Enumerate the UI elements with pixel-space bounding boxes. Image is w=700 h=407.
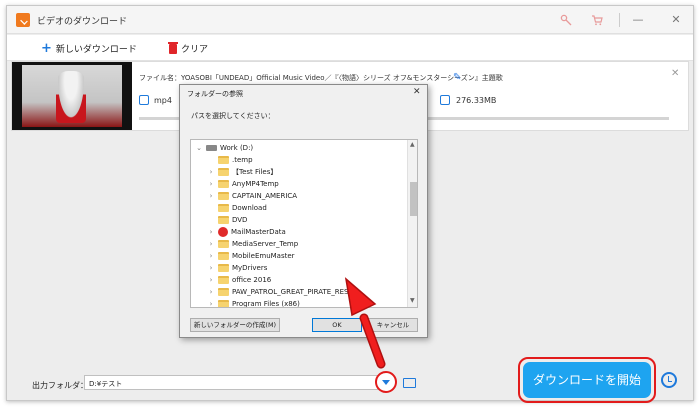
dialog-prompt: パスを選択してください： (191, 112, 275, 120)
drive-icon (206, 144, 217, 151)
folder-icon (218, 155, 229, 164)
file-name: ファイル名：YOASOBI「UNDEAD」Official Music Vide… (139, 74, 503, 82)
tree-item-label: Program Files (x86) (232, 299, 300, 308)
close-window-button[interactable]: ✕ (667, 11, 685, 29)
tree-item-label: Download (232, 203, 267, 212)
plus-icon: + (41, 40, 52, 56)
chevron-right-icon[interactable]: › (207, 276, 215, 284)
tree-item[interactable]: › CAPTAIN_AMERICA (207, 190, 297, 201)
chevron-right-icon[interactable]: › (207, 192, 215, 200)
new-folder-button[interactable]: 新しいフォルダーの作成(M) (190, 318, 280, 332)
footer-bar: 出力フォルダ： D:¥テスト ダウンロードを開始 (7, 357, 693, 403)
tree-item-label: AnyMP4Temp (232, 179, 279, 188)
trash-icon (168, 41, 178, 54)
tree-item[interactable]: › Program Files (x86) (207, 298, 300, 308)
tree-item-label: DVD (232, 215, 248, 224)
tree-item[interactable]: › MediaServer_Temp (207, 238, 298, 249)
folder-icon (218, 287, 229, 296)
folder-icon (218, 275, 229, 284)
minimize-button[interactable]: — (629, 11, 647, 29)
tree-item[interactable]: ⌄ Work (D:) (195, 142, 253, 153)
thumbnail-figure (56, 71, 86, 123)
tree-item[interactable]: › MyDrivers (207, 262, 267, 273)
app-logo-icon (16, 13, 30, 27)
cart-icon[interactable] (591, 14, 603, 26)
chevron-right-icon[interactable]: › (207, 180, 215, 188)
browse-folder-dialog: フォルダーの参照 ✕ パスを選択してください： ⌄ Work (D:) .tem… (179, 84, 428, 338)
file-size-label: 276.33MB (456, 96, 497, 105)
folder-tree[interactable]: ⌄ Work (D:) .temp › 【Test Files】 › AnyMP… (190, 139, 418, 308)
output-folder-label: 出力フォルダ： (32, 381, 88, 390)
thumbnail-scene (22, 65, 122, 127)
output-folder-field[interactable]: D:¥テスト (84, 375, 378, 390)
chevron-right-icon[interactable]: › (207, 168, 215, 176)
chevron-right-icon[interactable]: › (207, 228, 215, 236)
tree-item[interactable]: › AnyMP4Temp (207, 178, 279, 189)
app-title: ビデオのダウンロード (37, 17, 128, 27)
folder-icon (218, 167, 229, 176)
start-download-button[interactable]: ダウンロードを開始 (523, 362, 651, 398)
dialog-close-button[interactable]: ✕ (413, 87, 421, 97)
dialog-title: フォルダーの参照 (187, 90, 243, 98)
key-icon[interactable] (560, 14, 572, 26)
tree-item-label: office 2016 (232, 275, 272, 284)
folder-icon (218, 203, 229, 212)
scroll-down-icon[interactable]: ▼ (410, 297, 415, 304)
folder-icon (218, 299, 229, 307)
open-folder-icon[interactable] (403, 378, 416, 388)
tree-item-label: MobileEmuMaster (232, 251, 295, 260)
tree-item-label: MyDrivers (232, 263, 268, 272)
titlebar-separator (619, 13, 620, 27)
tree-item-label: Work (D:) (220, 143, 254, 152)
tree-item[interactable]: DVD (207, 214, 247, 225)
tree-item[interactable]: › MailMasterData (207, 226, 286, 237)
tree-item[interactable]: › 【Test Files】 (207, 166, 277, 177)
new-download-label: 新しいダウンロード (55, 45, 137, 55)
folder-icon (218, 263, 229, 272)
chevron-right-icon[interactable]: › (207, 288, 215, 296)
chevron-right-icon[interactable]: › (207, 252, 215, 260)
folder-icon (218, 179, 229, 188)
folder-icon (218, 191, 229, 200)
tree-item[interactable]: .temp (207, 154, 253, 165)
edit-name-icon[interactable]: ✎ (453, 72, 461, 83)
video-thumbnail (12, 62, 132, 130)
scroll-thumb[interactable] (410, 182, 417, 216)
new-download-button[interactable]: + 新しいダウンロード (41, 40, 137, 56)
tree-item[interactable]: Download (207, 202, 267, 213)
format-icon (139, 95, 149, 105)
folder-icon (218, 215, 229, 224)
cancel-button[interactable]: キャンセル (368, 318, 418, 332)
alarm-clock-icon[interactable] (661, 372, 677, 388)
ok-button[interactable]: OK (312, 318, 362, 332)
folder-icon (218, 239, 229, 248)
folder-icon (218, 251, 229, 260)
tree-item-label: 【Test Files】 (232, 167, 278, 176)
chevron-right-icon[interactable]: › (207, 300, 215, 308)
tree-item[interactable]: › office 2016 (207, 274, 271, 285)
tree-item[interactable]: › MobileEmuMaster (207, 250, 295, 261)
file-size-icon (440, 95, 450, 105)
tree-scrollbar[interactable]: ▲ ▼ (407, 140, 417, 307)
output-folder-dropdown-button[interactable] (375, 371, 397, 393)
tree-item-label: MediaServer_Temp (232, 239, 299, 248)
clear-label: クリア (181, 45, 209, 55)
title-bar: ビデオのダウンロード — ✕ (7, 6, 693, 34)
tree-item-label: MailMasterData (231, 227, 286, 236)
scroll-up-icon[interactable]: ▲ (410, 141, 415, 148)
remove-item-button[interactable]: ✕ (671, 68, 679, 79)
clear-button[interactable]: クリア (168, 41, 209, 55)
format-label: mp4 (154, 96, 172, 105)
tree-item-label: CAPTAIN_AMERICA (232, 191, 298, 200)
toolbar: + 新しいダウンロード クリア (7, 35, 693, 61)
tree-item-label: PAW_PATROL_GREAT_PIRATE_RES (232, 287, 349, 296)
tree-item-label: .temp (232, 155, 253, 164)
chevron-right-icon[interactable]: › (207, 264, 215, 272)
mailmaster-icon (218, 226, 228, 237)
chevron-down-icon[interactable]: ⌄ (195, 144, 203, 152)
chevron-right-icon[interactable]: › (207, 240, 215, 248)
tree-item[interactable]: › PAW_PATROL_GREAT_PIRATE_RES (207, 286, 348, 297)
